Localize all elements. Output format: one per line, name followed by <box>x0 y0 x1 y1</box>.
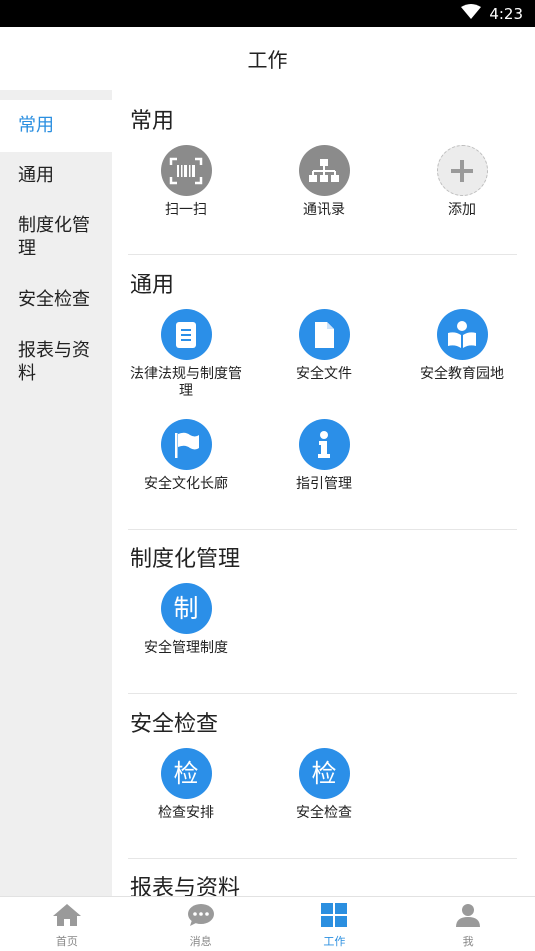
nav-label: 工作 <box>323 935 346 948</box>
section-divider <box>128 254 517 255</box>
sidebar-item-institution[interactable]: 制度化管理 <box>0 214 112 260</box>
section-title-common: 常用 <box>130 109 175 134</box>
page-title: 工作 <box>247 48 288 72</box>
nav-item-home[interactable]: 首页 <box>0 897 134 951</box>
document-icon <box>298 309 350 360</box>
sidebar-item-general[interactable]: 通用 <box>0 164 112 187</box>
tile-label: 检查安排 <box>158 805 214 821</box>
tile-label: 安全文化长廊 <box>144 476 228 492</box>
scan-tile[interactable]: 扫一扫 <box>117 145 255 219</box>
wifi-icon <box>461 3 482 24</box>
tile-label: 扫一扫 <box>165 202 207 218</box>
book-icon <box>160 309 212 360</box>
org-chart-icon <box>298 145 350 196</box>
person-icon <box>455 903 481 931</box>
nav-label: 消息 <box>189 935 212 948</box>
sidebar-item-label: 通用 <box>18 165 54 186</box>
nav-item-messages[interactable]: 消息 <box>134 897 268 951</box>
tile-label: 法律法规与制度管理 <box>130 366 242 399</box>
section-divider <box>128 858 517 859</box>
tile-label: 指引管理 <box>296 476 352 492</box>
add-tile[interactable]: 添加 <box>393 145 531 219</box>
work-content: 常用 扫一扫 通讯录 添加 通用 法律法规与制度管理 安全文件 安全教育园地 安… <box>112 90 535 896</box>
sidebar-item-label: 报表与资料 <box>18 340 90 384</box>
chat-icon <box>186 903 216 931</box>
reader-icon <box>436 309 488 360</box>
home-icon <box>52 903 82 931</box>
title-bar: 工作 <box>0 27 535 90</box>
bottom-nav: 首页 消息 工作 我 <box>0 896 535 951</box>
safety-education-tile[interactable]: 安全教育园地 <box>393 309 531 383</box>
nav-label: 我 <box>462 935 474 948</box>
sidebar-item-label: 常用 <box>18 115 54 136</box>
section-title-reports: 报表与资料 <box>130 876 241 896</box>
flag-icon <box>160 419 212 470</box>
sidebar-item-common[interactable]: 常用 <box>0 100 112 152</box>
safety-inspection-tile[interactable]: 检 安全检查 <box>255 748 393 822</box>
tile-label: 安全教育园地 <box>420 366 504 382</box>
status-time: 4:23 <box>489 4 523 23</box>
section-title-general: 通用 <box>130 273 175 298</box>
inspection-glyph-icon: 检 <box>298 748 350 799</box>
inspection-glyph-icon: 检 <box>160 748 212 799</box>
barcode-scan-icon <box>160 145 212 196</box>
contacts-tile[interactable]: 通讯录 <box>255 145 393 219</box>
institution-glyph-icon: 制 <box>160 583 212 634</box>
category-sidebar: 常用 通用 制度化管理 安全检查 报表与资料 <box>0 90 112 896</box>
section-title-inspection: 安全检查 <box>130 712 219 737</box>
safety-documents-tile[interactable]: 安全文件 <box>255 309 393 383</box>
tile-label: 安全管理制度 <box>144 640 228 656</box>
section-title-institution: 制度化管理 <box>130 547 241 572</box>
sidebar-item-label: 制度化管理 <box>18 215 90 259</box>
tile-label: 通讯录 <box>303 202 345 218</box>
info-icon <box>298 419 350 470</box>
plus-icon <box>436 145 488 196</box>
guide-management-tile[interactable]: 指引管理 <box>255 419 393 493</box>
inspection-schedule-tile[interactable]: 检 检查安排 <box>117 748 255 822</box>
section-divider <box>128 693 517 694</box>
status-bar: 4:23 <box>0 0 535 27</box>
sidebar-item-reports[interactable]: 报表与资料 <box>0 339 112 385</box>
sidebar-item-inspection[interactable]: 安全检查 <box>0 288 112 311</box>
grid-icon <box>320 903 348 931</box>
section-divider <box>128 529 517 530</box>
tile-label: 安全检查 <box>296 805 352 821</box>
sidebar-item-label: 安全检查 <box>18 289 90 310</box>
laws-regulations-tile[interactable]: 法律法规与制度管理 <box>117 309 255 400</box>
safety-rules-tile[interactable]: 制 安全管理制度 <box>117 583 255 657</box>
tile-label: 添加 <box>448 202 476 218</box>
tile-label: 安全文件 <box>296 366 352 382</box>
safety-culture-tile[interactable]: 安全文化长廊 <box>117 419 255 493</box>
nav-item-work[interactable]: 工作 <box>268 897 402 951</box>
nav-label: 首页 <box>55 935 78 948</box>
nav-item-me[interactable]: 我 <box>401 897 535 951</box>
